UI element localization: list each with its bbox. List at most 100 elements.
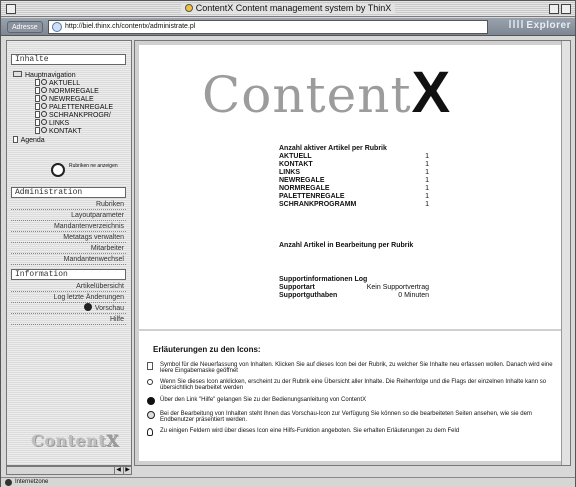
new-document-icon[interactable] [35,103,40,110]
administration-heading: Administration [11,187,126,198]
magnifier-icon[interactable] [41,127,47,133]
browser-window: ContentX Content management system by Th… [0,0,576,487]
admin-menu-item[interactable]: Mandantenverzeichnis [11,221,126,232]
info-menu-item[interactable]: Hilfe [11,314,126,325]
stats-row: LINKS 1 [279,169,429,177]
info-menu-label: Log letzte Änderungen [53,294,124,301]
admin-menu-item[interactable]: Rubriken [11,199,126,210]
address-label: Adresse [7,21,43,33]
stats-key: PALETTENREGALE [279,193,345,200]
sidebar-logo: ContentX [31,431,120,450]
help-icon [147,397,155,405]
tree-item[interactable]: SCHRANKPROGR/ [13,111,131,119]
navigation-frame: Inhalte Hauptnavigation AKTUELL NORMREGAL… [6,40,132,466]
scroll-right-arrow[interactable]: ▶ [123,467,131,474]
collapse-box[interactable] [561,4,571,14]
magnifier-icon[interactable] [41,79,47,85]
contentx-logo: ContentX [202,60,452,125]
icon-legend-text: Zu einigen Feldern wird über dieses Icon… [160,428,460,434]
magnifier-icon[interactable] [41,111,47,117]
administration-menu: Rubriken Layoutparameter Mandantenverzeich… [11,199,126,265]
information-menu: Artikelübersicht Log letzte Änderungen Vor… [11,281,126,325]
globe-icon [52,22,62,32]
icon-legend-title: Erläuterungen zu den Icons: [153,345,261,354]
tree-item[interactable]: NORMREGALE [13,87,131,95]
stats-value: 1 [425,169,429,176]
info-menu-item[interactable]: Vorschau [11,303,126,314]
new-document-icon[interactable] [35,87,40,94]
tree-item[interactable]: NEWREGALE [13,95,131,103]
stats-key: LINKS [279,169,300,176]
editing-articles-table: Anzahl Artikel in Bearbeitung per Rubrik [279,241,413,250]
stats-value: 1 [425,161,429,168]
stats-key: Supportart [279,284,315,291]
tree-item[interactable]: AKTUELL [13,79,131,87]
stats-row: Supportguthaben 0 Minuten [279,292,429,300]
info-menu-label: Vorschau [94,305,124,312]
information-heading: Information [11,269,126,280]
magnifier-icon[interactable] [41,87,47,93]
window-title: ContentX Content management system by Th… [195,3,392,13]
info-menu-item[interactable]: Log letzte Änderungen [11,292,126,303]
stats-row: NEWREGALE 1 [279,177,429,185]
support-heading: Supportinformationen Log [279,276,368,283]
admin-menu-item[interactable]: Mandantenwechsel [11,254,126,265]
info-menu-label: Artikelübersicht [76,283,124,290]
tree-item-label: AKTUELL [49,80,81,87]
stats-value: 0 Minuten [398,292,429,299]
stats-value: 1 [425,193,429,200]
magnifier-icon[interactable] [41,119,47,125]
magnifier-icon[interactable] [41,103,47,109]
refresh-label[interactable]: Rubriken ne anzeigen [69,163,129,170]
vertical-scrollbar[interactable] [561,41,570,465]
info-menu-item[interactable]: Artikelübersicht [11,281,126,292]
icon-legend-text: Wenn Sie dieses Icon anklicken, erschein… [160,379,547,391]
stats-row: KONTAKT 1 [279,161,429,169]
zoom-box[interactable] [549,4,559,14]
stats-key: Supportguthaben [279,292,338,299]
stats-key: NORMREGALE [279,185,330,192]
tree-item-label: SCHRANKPROGR/ [49,112,111,119]
icon-legend-text: Über den Link "Hilfe" gelangen Sie zu de… [160,397,367,403]
tree-item-label: LINKS [49,120,70,127]
active-articles-table: Anzahl aktiver Artikel per Rubrik AKTUEL… [279,144,429,209]
magnifier-icon [147,379,153,385]
new-document-icon[interactable] [35,119,40,126]
new-document-icon[interactable] [35,111,40,118]
new-document-icon [147,362,153,370]
new-document-icon[interactable] [35,95,40,102]
new-document-icon[interactable] [35,127,40,134]
admin-menu-item[interactable]: Metatags verwalten [11,232,126,243]
inhalte-heading: Inhalte [11,54,126,65]
tree-item-label: NEWREGALE [49,96,94,103]
admin-menu-item[interactable]: Layoutparameter [11,210,126,221]
preview-icon[interactable] [83,303,92,311]
magnifier-icon[interactable] [41,95,47,101]
folder-icon [13,71,22,77]
status-bar: Internetzone [1,477,575,487]
stats-key: NEWREGALE [279,177,325,184]
tree-item[interactable]: KONTAKT [13,127,131,135]
stats-key: AKTUELL [279,153,312,160]
refresh-icon[interactable] [51,163,65,177]
new-document-icon[interactable] [35,79,40,86]
tree-item[interactable]: PALETTENREGALE [13,103,131,111]
preview-icon [147,411,155,419]
scroll-left-arrow[interactable]: ◀ [114,467,122,474]
stats-row: AKTUELL 1 [279,153,429,161]
admin-menu-item[interactable]: Mitarbeiter [11,243,126,254]
tree-item[interactable]: LINKS [13,119,131,127]
title-bar[interactable]: ContentX Content management system by Th… [1,1,575,17]
stats-row: Supportart Kein Supportvertrag [279,284,429,292]
stats-value: Kein Supportvertrag [366,284,429,291]
page-icon [184,4,193,12]
stats-row: SCHRANKPROGRAMM 1 [279,201,429,209]
url-input[interactable]: http://biel.thinx.ch/contentx/administra… [48,20,488,34]
tree-item-label: PALETTENREGALE [49,104,114,111]
horizontal-scrollbar[interactable]: ◀ ▶ [6,466,132,475]
url-text: http://biel.thinx.ch/contentx/administra… [65,23,196,30]
zone-label: Internetzone [15,479,49,485]
tree-root[interactable]: Hauptnavigation [13,71,131,79]
stats-value: 1 [425,201,429,208]
tree-item-agenda[interactable]: Agenda [13,136,131,144]
